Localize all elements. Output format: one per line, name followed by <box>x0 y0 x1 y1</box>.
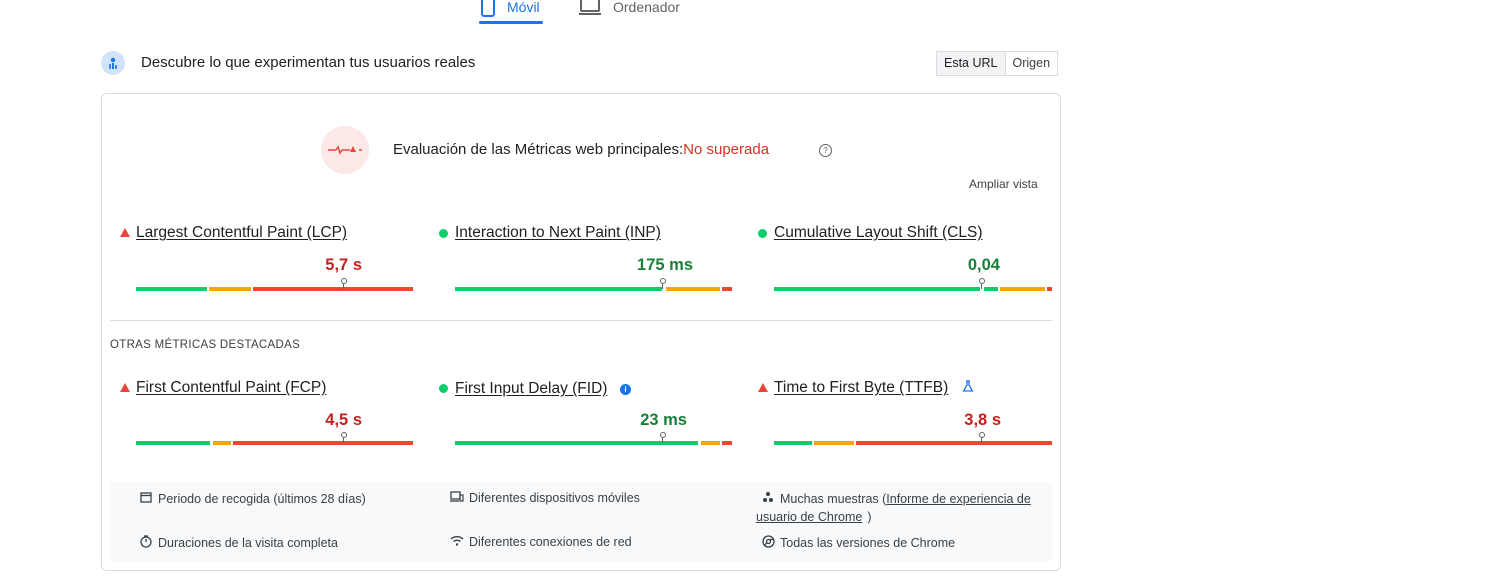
assessment-status: No superada <box>683 141 770 158</box>
visit-durations: Duraciones de la visita completa <box>139 535 338 551</box>
toggle-this-url[interactable]: Esta URL <box>937 52 1006 75</box>
toggle-origin[interactable]: Origen <box>1006 52 1058 75</box>
metric-cls-value: 0,04 <box>967 256 1000 274</box>
section-divider <box>110 320 1052 321</box>
field-data-title: Descubre lo que experimentan tus usuario… <box>141 54 476 71</box>
devices-text: Diferentes dispositivos móviles <box>469 491 640 505</box>
metric-fid-value: 23 ms <box>640 411 687 429</box>
metric-lcp-value: 5,7 s <box>325 256 362 274</box>
url-origin-toggle: Esta URL Origen <box>936 51 1059 76</box>
visit-durations-text: Duraciones de la visita completa <box>158 536 338 550</box>
experimental-flask-icon <box>962 380 974 395</box>
samples-info-continued: usuario de Chrome) <box>756 510 872 524</box>
crux-people-icon <box>101 51 125 75</box>
metric-ttfb-distribution-bar <box>774 432 1052 445</box>
good-dot-icon <box>439 229 448 238</box>
percentile-marker <box>340 278 347 289</box>
chrome-icon <box>761 535 775 551</box>
tab-mobile-label: Móvil <box>507 0 540 15</box>
active-tab-indicator <box>479 21 543 24</box>
info-icon[interactable]: i <box>620 384 631 395</box>
expand-view-button[interactable]: Ampliar vista <box>969 177 1038 191</box>
crux-report-link-continued[interactable]: usuario de Chrome <box>756 510 862 524</box>
metric-lcp-distribution-bar <box>136 278 413 291</box>
metric-ttfb-value: 3,8 s <box>964 411 1001 429</box>
phone-icon <box>481 0 495 17</box>
chrome-versions: Todas las versiones de Chrome <box>761 535 955 551</box>
metric-lcp-link[interactable]: Largest Contentful Paint (LCP) <box>136 224 347 242</box>
poor-triangle-icon <box>120 228 130 237</box>
devices-info: Diferentes dispositivos móviles <box>450 491 640 505</box>
collection-period-text: Periodo de recogida (últimos 28 días) <box>158 491 366 506</box>
laptop-icon <box>579 0 601 15</box>
help-icon[interactable]: ? <box>819 144 832 157</box>
collection-period: Periodo de recogida (últimos 28 días) <box>139 491 366 506</box>
metric-fid-link[interactable]: First Input Delay (FID) <box>455 380 607 398</box>
samples-text: Muchas muestras (Informe de experiencia … <box>780 491 1031 506</box>
good-dot-icon <box>758 229 767 238</box>
metric-fcp-value: 4,5 s <box>325 411 362 429</box>
good-dot-icon <box>439 384 448 393</box>
percentile-marker <box>978 278 985 289</box>
timer-icon <box>139 535 153 551</box>
assessment-label: Evaluación de las Métricas web principal… <box>393 141 684 158</box>
poor-triangle-icon <box>120 383 130 392</box>
metric-inp-value: 175 ms <box>637 256 693 274</box>
network-connections: Diferentes conexiones de red <box>450 535 632 549</box>
tab-mobile[interactable]: Móvil <box>481 0 540 22</box>
devices-icon <box>450 491 464 505</box>
crux-report-link[interactable]: Informe de experiencia de <box>886 492 1031 506</box>
metric-inp-link[interactable]: Interaction to Next Paint (INP) <box>455 224 661 242</box>
metric-cls-link[interactable]: Cumulative Layout Shift (CLS) <box>774 224 982 242</box>
metric-fcp-link[interactable]: First Contentful Paint (FCP) <box>136 379 326 397</box>
metric-fcp-distribution-bar <box>136 432 413 445</box>
calendar-icon <box>139 491 153 506</box>
other-metrics-heading: OTRAS MÉTRICAS DESTACADAS <box>110 339 301 351</box>
assessment-title: Evaluación de las Métricas web principal… <box>393 141 769 158</box>
percentile-marker <box>340 432 347 443</box>
samples-icon <box>761 491 775 506</box>
metric-fid-distribution-bar <box>455 432 732 445</box>
failed-assessment-icon <box>321 126 369 174</box>
metric-inp-distribution-bar <box>455 278 732 291</box>
tab-desktop[interactable]: Ordenador <box>579 0 680 22</box>
chrome-versions-text: Todas las versiones de Chrome <box>780 536 956 550</box>
percentile-marker <box>659 278 666 289</box>
tab-desktop-label: Ordenador <box>613 0 680 15</box>
metric-cls-distribution-bar <box>774 278 1052 291</box>
percentile-marker <box>978 432 985 443</box>
percentile-marker <box>659 432 666 443</box>
metric-ttfb-link[interactable]: Time to First Byte (TTFB) <box>774 379 948 397</box>
wifi-icon <box>450 535 464 549</box>
network-connections-text: Diferentes conexiones de red <box>469 535 632 549</box>
poor-triangle-icon <box>758 383 768 392</box>
samples-info: Muchas muestras (Informe de experiencia … <box>761 491 1031 506</box>
